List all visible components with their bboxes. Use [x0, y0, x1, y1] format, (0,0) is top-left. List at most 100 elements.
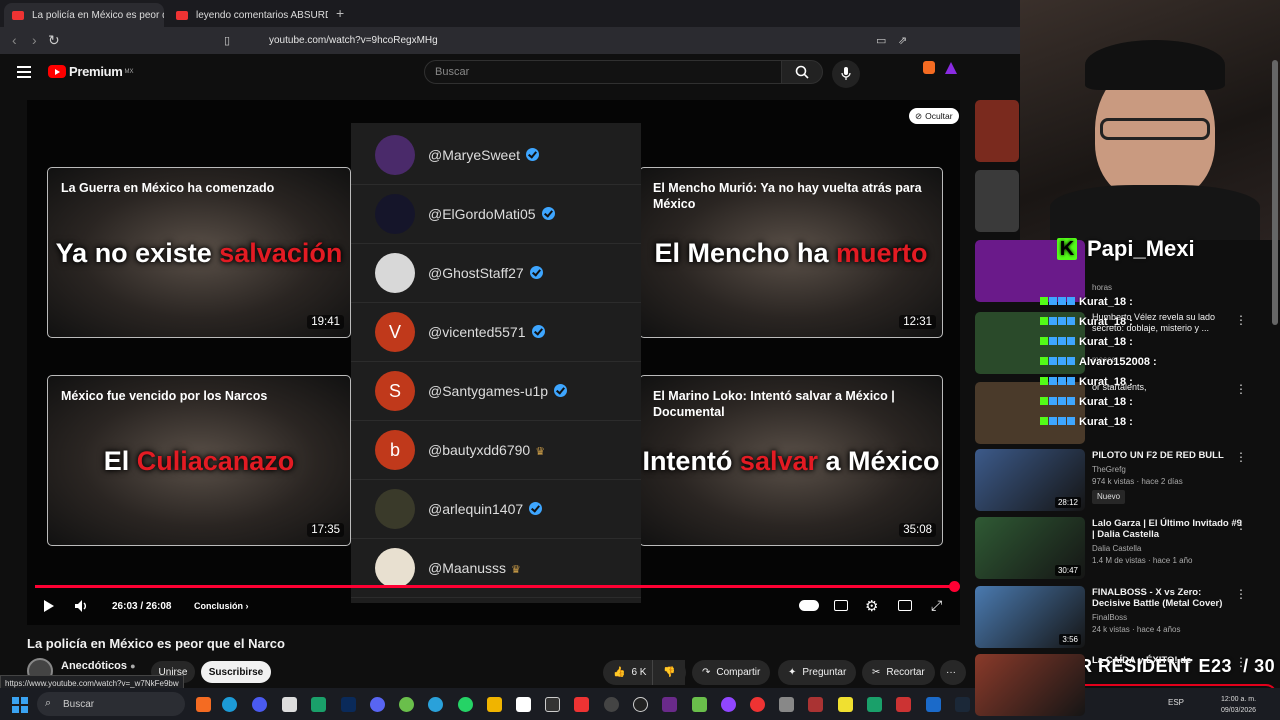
endscreen-video-card[interactable]: México fue vencido por los Narcos El Cul… — [47, 375, 351, 546]
whatsapp-icon[interactable] — [458, 697, 473, 712]
capcut-icon[interactable] — [545, 697, 560, 712]
sidebar-video-meta[interactable]: PILOTO UN F2 DE RED BULL TheGrefg 974 k vi… — [1092, 450, 1242, 504]
miniplayer-icon[interactable] — [898, 600, 912, 611]
video-options-icon[interactable]: ⋮ — [1235, 655, 1247, 669]
url-text: youtube.com/watch?v=9hcoRegxMHg — [269, 35, 438, 46]
video-options-icon[interactable]: ⋮ — [1235, 518, 1247, 532]
play-icon[interactable] — [43, 599, 55, 613]
commenter-row[interactable]: b @bautyxdd6790 ♛ — [351, 421, 641, 480]
share-button[interactable]: ↷ Compartir — [692, 660, 771, 685]
sidebar-thumbnail[interactable] — [975, 170, 1019, 232]
share-icon[interactable]: ⇗ — [898, 34, 907, 47]
sticky-notes-icon[interactable] — [838, 697, 853, 712]
app-icon[interactable] — [779, 697, 794, 712]
sidebar-thumbnail[interactable] — [975, 100, 1019, 162]
video-options-icon[interactable]: ⋮ — [1235, 587, 1247, 601]
taskbar-clock[interactable]: 12:00 a. m. 09/03/2026 — [1221, 694, 1256, 716]
youtube-logo-icon — [48, 65, 66, 78]
subtitles-icon[interactable] — [834, 600, 848, 611]
taskbar-search-input[interactable]: ⌕ Buscar — [37, 692, 185, 716]
dislike-button[interactable]: 👎 — [652, 660, 686, 685]
commenter-row[interactable]: @MaryeSweet — [351, 126, 641, 185]
sidebar-video-thumbnail[interactable]: 30:47 — [975, 517, 1085, 579]
app-icon[interactable] — [692, 697, 707, 712]
app-icon[interactable] — [399, 697, 414, 712]
youtube-premium-logo[interactable]: Premium MX — [48, 64, 134, 79]
chapter-title[interactable]: Conclusión › — [194, 601, 249, 611]
commenter-row[interactable]: S @Santygames-u1p — [351, 362, 641, 421]
verified-badge-icon — [541, 207, 555, 220]
endscreen-video-card[interactable]: La Guerra en México ha comenzado Ya no e… — [47, 167, 351, 338]
sidebar-video-meta[interactable]: FINALBOSS - X vs Zero: Decisive Battle (… — [1092, 587, 1242, 636]
volume-icon[interactable] — [74, 599, 90, 613]
bookmark-icon[interactable]: ▯ — [224, 34, 230, 47]
telegram-icon[interactable] — [428, 697, 443, 712]
app-icon[interactable] — [926, 697, 941, 712]
back-icon[interactable]: ‹ — [12, 32, 17, 48]
ask-button[interactable]: ✦ Preguntar — [778, 660, 857, 685]
video-options-icon[interactable]: ⋮ — [1235, 382, 1247, 396]
app-icon[interactable] — [896, 697, 911, 712]
app-icon[interactable] — [311, 697, 326, 712]
video-options-icon[interactable]: ⋮ — [1235, 450, 1247, 464]
app-icon[interactable] — [604, 697, 619, 712]
autoplay-toggle[interactable] — [799, 600, 819, 611]
steam-icon[interactable] — [955, 697, 970, 712]
app-icon[interactable] — [516, 697, 531, 712]
commenter-row[interactable]: @GhostStaff27 — [351, 244, 641, 303]
sidebar-thumbnail[interactable] — [975, 382, 1085, 444]
sidebar-video-meta[interactable]: La CAÍDA y ÉXITO! de — [1092, 655, 1242, 669]
fullscreen-icon[interactable]: ⤢ — [931, 597, 942, 614]
channel-name[interactable]: Anecdóticos ● — [61, 660, 136, 672]
url-field[interactable]: youtube.com/watch?v=9hcoRegxMHg — [245, 31, 965, 50]
voice-search-button[interactable] — [832, 60, 860, 88]
sidebar-video-thumbnail[interactable]: 3:56 — [975, 586, 1085, 648]
app-icon[interactable] — [721, 697, 736, 712]
commenter-row[interactable]: @Maanusss ♛ — [351, 539, 641, 598]
photoshop-icon[interactable] — [341, 697, 356, 712]
sidebar-video-thumbnail[interactable] — [975, 654, 1085, 716]
obs-icon[interactable] — [633, 697, 648, 712]
more-actions-button[interactable]: ··· — [940, 660, 966, 685]
vpn-icon[interactable] — [252, 697, 267, 712]
subscribe-button[interactable]: Suscribirse — [201, 661, 271, 683]
brave-browser-icon[interactable] — [196, 697, 211, 712]
windows-start-icon[interactable] — [12, 697, 28, 713]
clip-button[interactable]: ✂ Recortar — [862, 660, 935, 685]
settings-gear-icon[interactable]: ⚙ — [865, 597, 878, 615]
app-icon[interactable] — [574, 697, 589, 712]
search-input[interactable]: Buscar — [424, 60, 782, 84]
video-player[interactable]: ⊘ Ocultar La Guerra en México ha comenza… — [27, 100, 960, 625]
app-icon[interactable] — [808, 697, 823, 712]
new-tab-icon[interactable]: + — [336, 5, 344, 21]
reload-icon[interactable]: ↻ — [48, 32, 60, 49]
progress-bar[interactable] — [35, 581, 960, 592]
app-icon[interactable] — [662, 697, 677, 712]
cast-icon[interactable]: ▭ — [876, 34, 886, 47]
hide-endscreen-button[interactable]: ⊘ Ocultar — [909, 108, 959, 124]
hamburger-menu-icon[interactable] — [17, 66, 31, 78]
edge-icon[interactable] — [222, 697, 237, 712]
tab-youtube-video[interactable]: La policía en México es peor que × — [4, 3, 164, 27]
scrollbar-thumb[interactable] — [1272, 60, 1278, 325]
search-button[interactable] — [781, 60, 823, 84]
forward-icon[interactable]: › — [32, 32, 37, 48]
app-icon[interactable] — [867, 697, 882, 712]
video-options-icon[interactable]: ⋮ — [1235, 313, 1247, 327]
app-icon[interactable] — [282, 697, 297, 712]
sidebar-video-thumbnail[interactable]: 28:12 — [975, 449, 1085, 511]
tab-youtube-second[interactable]: leyendo comentarios ABSURDOS en × — [168, 3, 328, 27]
discord-icon[interactable] — [370, 697, 385, 712]
commenter-avatar — [375, 548, 415, 588]
endscreen-video-card[interactable]: El Marino Loko: Intentó salvar a México … — [639, 375, 943, 546]
file-explorer-icon[interactable] — [487, 697, 502, 712]
language-indicator[interactable]: ESP — [1168, 698, 1184, 707]
commenter-row[interactable]: V @vicented5571 — [351, 303, 641, 362]
endscreen-video-card[interactable]: El Mencho Murió: Ya no hay vuelta atrás … — [639, 167, 943, 338]
sidebar-video-meta[interactable]: Lalo Garza | El Último Invitado #9 | Dal… — [1092, 518, 1242, 567]
commenter-row[interactable]: @ElGordoMati05 — [351, 185, 641, 244]
commenter-row[interactable]: @arlequin1407 — [351, 480, 641, 539]
scrubber-handle[interactable] — [949, 581, 960, 592]
app-icon[interactable] — [750, 697, 765, 712]
commenter-handle: @MaryeSweet — [428, 147, 521, 163]
